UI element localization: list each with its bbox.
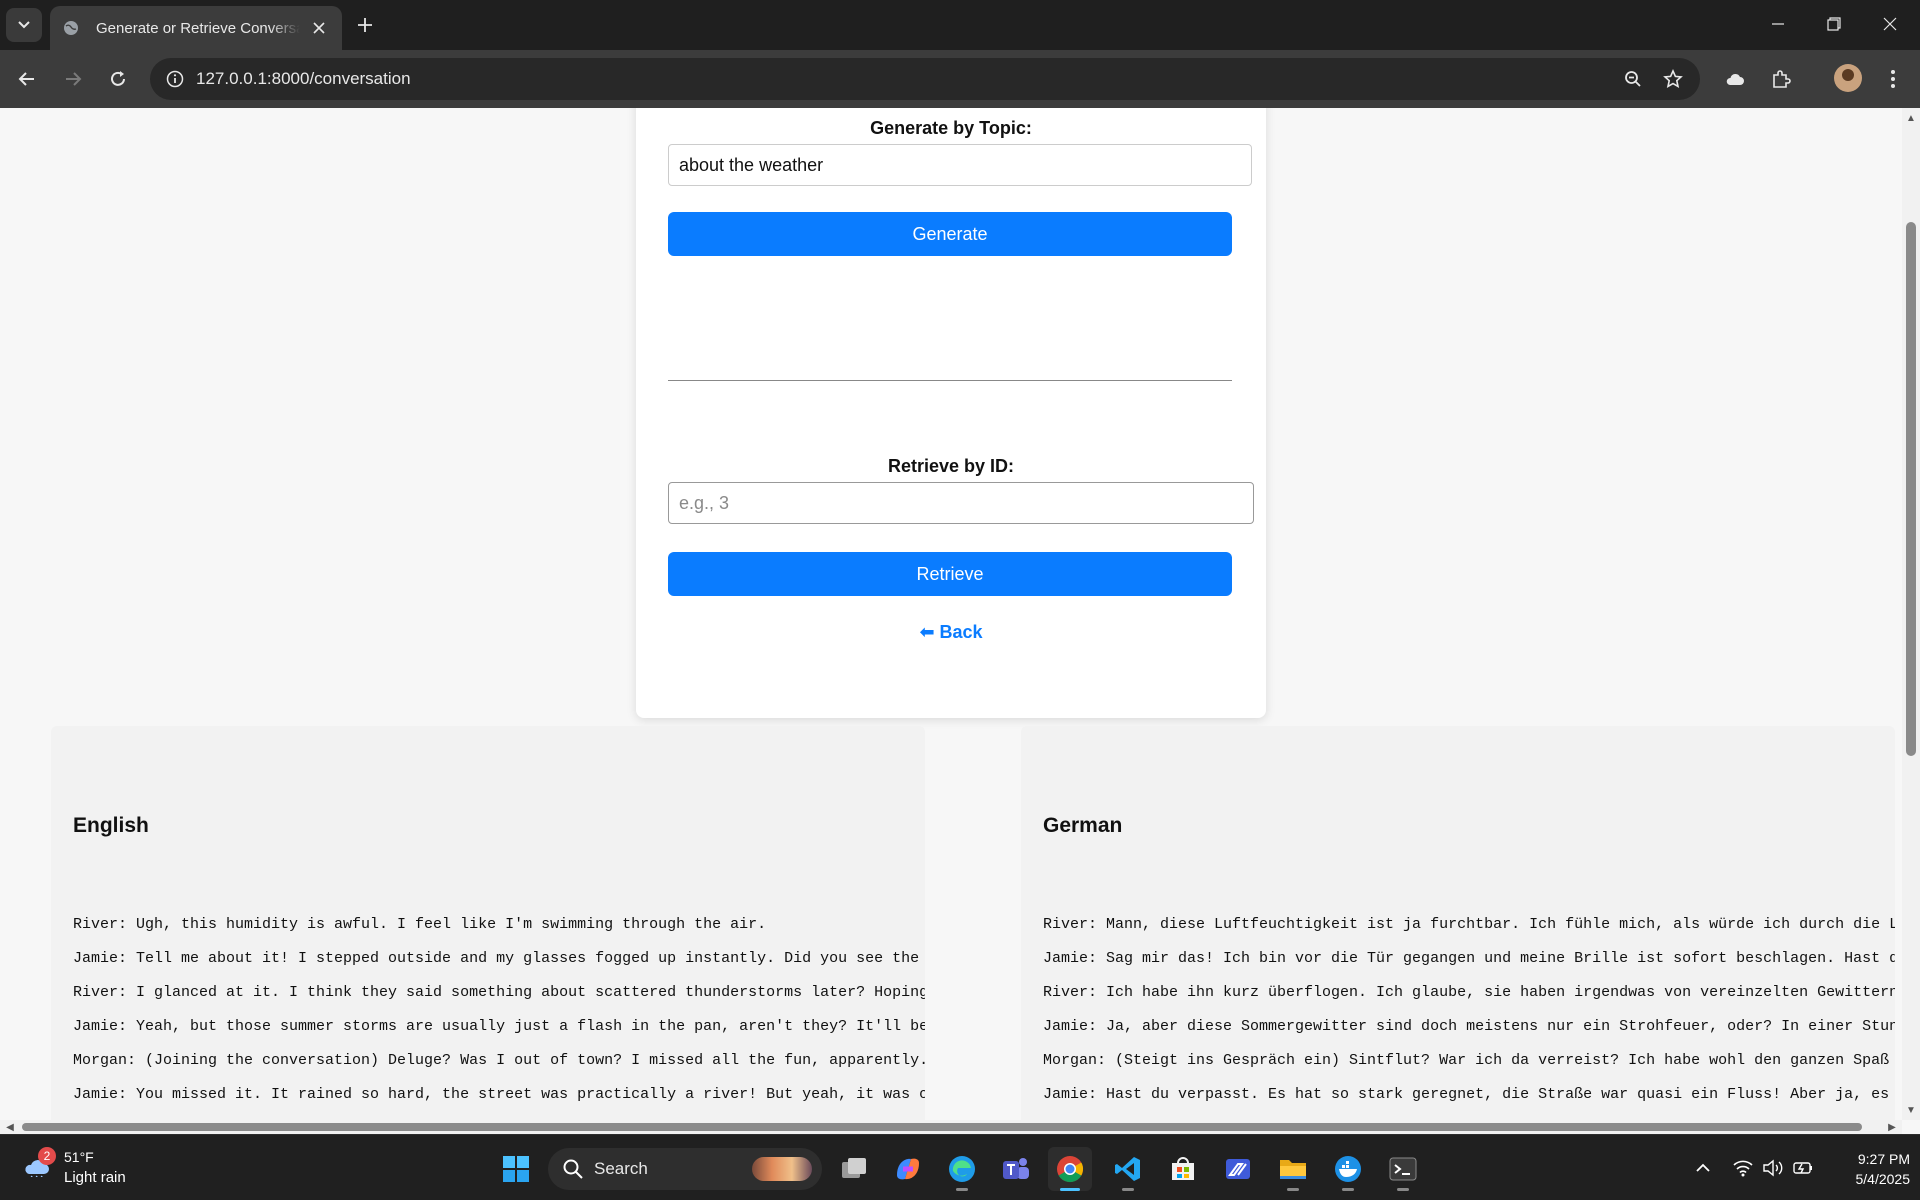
tab-search-button[interactable]	[6, 8, 42, 42]
retrieve-button[interactable]: Retrieve	[668, 552, 1232, 596]
copilot-app[interactable]	[886, 1147, 930, 1191]
weather-widget[interactable]: 2 51°F Light rain	[22, 1147, 152, 1191]
id-label: Retrieve by ID:	[887, 456, 1015, 476]
terminal-app[interactable]	[1381, 1147, 1425, 1191]
search-icon	[563, 1159, 583, 1179]
back-link[interactable]: ⬅ Back	[636, 622, 1266, 643]
edge-icon	[949, 1156, 975, 1182]
id-input[interactable]	[668, 482, 1254, 524]
taskbar-search[interactable]: Search	[548, 1148, 822, 1190]
start-button[interactable]	[494, 1147, 538, 1191]
english-conversation-text: River: Ugh, this humidity is awful. I fe…	[73, 916, 925, 1103]
menu-kebab-icon[interactable]	[1878, 64, 1908, 94]
german-heading: German	[1043, 814, 1123, 837]
forward-arrow-icon[interactable]	[58, 64, 88, 94]
generate-button[interactable]: Generate	[668, 212, 1232, 256]
chrome-running-indicator	[1060, 1188, 1080, 1191]
windows-taskbar: 2 51°F Light rain Search 9:27 PM 5/4/202…	[0, 1134, 1920, 1200]
horizontal-scroll-thumb[interactable]	[22, 1123, 1862, 1131]
zoom-icon[interactable]	[1618, 64, 1648, 94]
new-tab-icon[interactable]	[352, 12, 378, 38]
vscode-icon	[1115, 1157, 1140, 1181]
battery-icon[interactable]	[1790, 1155, 1816, 1181]
docker-running-indicator	[1342, 1188, 1354, 1191]
microsoft-store-icon	[1172, 1157, 1194, 1180]
weather-condition: Light rain	[64, 1169, 126, 1186]
editor-app[interactable]	[1216, 1147, 1260, 1191]
terminal-icon	[1389, 1157, 1417, 1181]
chrome-icon	[1057, 1156, 1084, 1183]
chrome-app[interactable]	[1048, 1147, 1092, 1191]
teams-icon	[1003, 1158, 1029, 1179]
chevron-down-icon	[18, 21, 30, 29]
vertical-scroll-thumb[interactable]	[1906, 222, 1916, 756]
url-text: 127.0.0.1:8000/conversation	[196, 69, 411, 88]
chevron-up-icon[interactable]	[1690, 1155, 1716, 1181]
windows-logo-icon	[503, 1156, 529, 1182]
english-panel: English River: Ugh, this humidity is awf…	[51, 726, 925, 1120]
task-view-button[interactable]	[832, 1147, 876, 1191]
topic-label: Generate by Topic:	[870, 118, 1032, 138]
conversation-form-card: Generate by Topic: Generate Retrieve by …	[636, 108, 1266, 718]
topic-input[interactable]	[668, 144, 1252, 186]
wifi-icon[interactable]	[1730, 1155, 1756, 1181]
cloud-extension-icon[interactable]	[1720, 64, 1750, 94]
german-conversation-text: River: Mann, diese Luftfeuchtigkeit ist …	[1043, 916, 1895, 1103]
restore-icon[interactable]	[1806, 0, 1862, 48]
scroll-down-icon[interactable]: ▼	[1905, 1104, 1917, 1116]
file-explorer-app[interactable]	[1271, 1147, 1315, 1191]
browser-tab-bar: Generate or Retrieve Conversation	[0, 0, 1920, 50]
weather-badge: 2	[38, 1147, 56, 1165]
system-clock[interactable]: 9:27 PM 5/4/2025	[1820, 1149, 1911, 1189]
vscode-running-indicator	[1122, 1188, 1134, 1191]
close-window-icon[interactable]	[1862, 0, 1918, 48]
site-info-icon[interactable]	[160, 64, 190, 94]
browser-toolbar: 127.0.0.1:8000/conversation	[0, 50, 1920, 108]
edge-running-indicator	[956, 1188, 968, 1191]
folder-icon	[1280, 1160, 1306, 1179]
copilot-icon	[897, 1158, 919, 1180]
tab-title: Generate or Retrieve Conversation	[96, 19, 300, 37]
german-panel: German River: Mann, diese Luftfeuchtigke…	[1021, 726, 1895, 1120]
clock-date: 5/4/2025	[1855, 1171, 1911, 1187]
page-viewport: Generate by Topic: Generate Retrieve by …	[0, 108, 1902, 1120]
store-app[interactable]	[1161, 1147, 1205, 1191]
docker-icon	[1335, 1156, 1361, 1182]
profile-avatar[interactable]	[1834, 64, 1862, 92]
search-label: Search	[594, 1159, 648, 1178]
browser-tab-active[interactable]: Generate or Retrieve Conversation	[50, 6, 342, 50]
form-divider	[668, 380, 1232, 381]
pen-app-icon	[1226, 1159, 1250, 1179]
explorer-running-indicator	[1287, 1188, 1299, 1191]
vertical-scrollbar[interactable]: ▲ ▼	[1902, 108, 1920, 1120]
english-heading: English	[73, 814, 149, 837]
teams-app[interactable]	[994, 1147, 1038, 1191]
task-view-icon	[842, 1158, 866, 1178]
globe-icon	[62, 19, 80, 37]
clock-time: 9:27 PM	[1857, 1151, 1910, 1167]
temperature: 51°F	[64, 1149, 94, 1165]
reload-icon[interactable]	[103, 64, 133, 94]
docker-app[interactable]	[1326, 1147, 1370, 1191]
vscode-app[interactable]	[1106, 1147, 1150, 1191]
volume-icon[interactable]	[1760, 1155, 1786, 1181]
edge-app[interactable]	[940, 1147, 984, 1191]
terminal-running-indicator	[1397, 1188, 1409, 1191]
scroll-left-icon[interactable]: ◀	[4, 1121, 16, 1133]
extensions-puzzle-icon[interactable]	[1766, 64, 1796, 94]
horizontal-scrollbar[interactable]: ◀ ▶	[0, 1120, 1902, 1134]
close-tab-icon[interactable]	[308, 17, 330, 39]
minimize-icon[interactable]	[1750, 0, 1806, 48]
scroll-up-icon[interactable]: ▲	[1905, 112, 1917, 124]
address-bar[interactable]: 127.0.0.1:8000/conversation	[150, 58, 1700, 100]
search-highlight-image	[752, 1157, 812, 1181]
scroll-right-icon[interactable]: ▶	[1886, 1121, 1898, 1133]
back-arrow-icon[interactable]	[12, 64, 42, 94]
bookmark-star-icon[interactable]	[1658, 64, 1688, 94]
